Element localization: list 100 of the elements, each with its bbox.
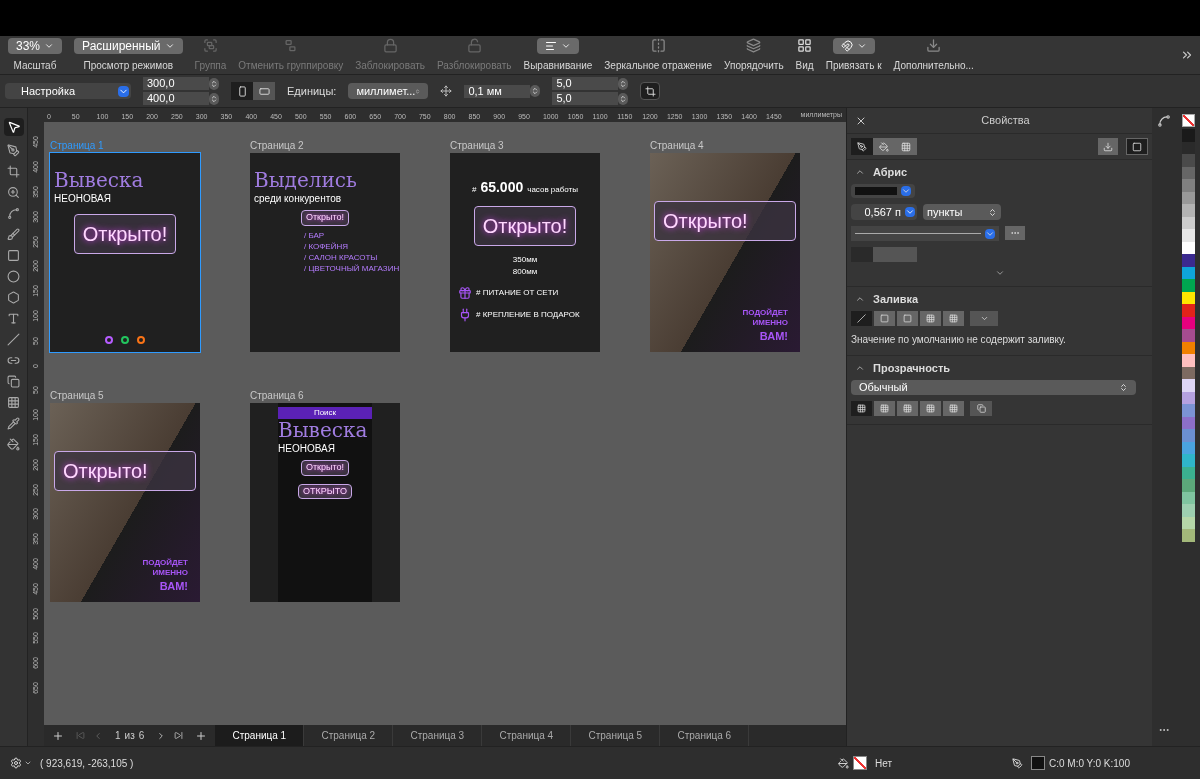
zoom-dropdown[interactable]: 33% — [8, 37, 63, 54]
eyedropper-icon[interactable] — [7, 417, 20, 430]
stepper-icon[interactable] — [209, 77, 219, 90]
fill-type-button[interactable] — [943, 311, 964, 326]
expand-icon[interactable] — [994, 268, 1005, 278]
align-left-icon — [544, 39, 557, 52]
select-frame-button[interactable] — [640, 82, 661, 100]
collapse-icon[interactable] — [855, 294, 865, 304]
polygon-icon[interactable] — [7, 291, 20, 304]
palette-swatch[interactable] — [1181, 204, 1195, 217]
more-button[interactable] — [1005, 226, 1025, 240]
palette-swatch[interactable] — [1181, 504, 1195, 517]
outline-swatch — [1031, 756, 1045, 770]
view-grid-icon[interactable] — [797, 38, 813, 53]
brush-icon[interactable] — [7, 228, 20, 241]
palette-swatch[interactable] — [1181, 404, 1195, 417]
page-label[interactable]: Страница 5 — [50, 390, 200, 402]
import-button[interactable] — [1098, 138, 1118, 155]
page-design[interactable]: Поиск Вывеска НЕОНОВАЯ Открыто! ОТКРЫТО — [250, 403, 400, 602]
landscape-button[interactable] — [253, 82, 275, 100]
curve-icon[interactable] — [7, 207, 20, 220]
copy-icon[interactable] — [7, 375, 20, 388]
page-design[interactable]: Вывеска НЕОНОВАЯ Открыто! — [50, 153, 200, 352]
page-tab[interactable]: Страница 1 — [215, 725, 305, 746]
palette-swatch[interactable] — [1181, 529, 1195, 542]
palette-swatch[interactable] — [1181, 379, 1195, 392]
transparency-options-button[interactable] — [970, 401, 992, 416]
line-style-dropdown[interactable] — [851, 226, 999, 241]
pen-icon[interactable] — [7, 144, 20, 157]
transparency-type-button[interactable] — [851, 401, 872, 416]
crop-icon[interactable] — [7, 165, 20, 178]
page-design[interactable]: # 65.000 часов работы Открыто! 350мм 800мм # ПИТАНИЕ ОТ СЕТИ # КРЕПЛЕНИЕ В ПОДАРОК — [450, 153, 600, 352]
caret-icon[interactable] — [24, 759, 32, 767]
fill-type-button[interactable] — [851, 311, 872, 326]
view-mode-dropdown[interactable]: Расширенный — [74, 37, 183, 54]
palette-swatch[interactable] — [1181, 479, 1195, 492]
section-title[interactable]: Абрис — [873, 163, 908, 181]
palette-swatch[interactable] — [1181, 229, 1195, 242]
paint-bucket-icon[interactable] — [7, 438, 20, 451]
rectangle-icon[interactable] — [7, 249, 20, 262]
palette-swatch[interactable] — [1181, 154, 1195, 167]
portrait-button[interactable] — [231, 82, 253, 100]
fill-type-button[interactable] — [920, 311, 941, 326]
palette-swatch[interactable] — [1181, 279, 1195, 292]
section-title[interactable]: Заливка — [873, 290, 919, 308]
duplicate-y-field[interactable]: 5,0 — [552, 92, 619, 105]
last-page-icon[interactable] — [174, 731, 184, 740]
design-accent: ВАМ! — [158, 578, 189, 594]
palette-swatch[interactable] — [1181, 454, 1195, 467]
link-icon[interactable] — [7, 354, 20, 367]
page-design[interactable]: Выделись среди конкурентов Открыто! / БАР / КОФЕЙНЯ / САЛОН КРАСОТЫ / ЦВЕТОЧНЫЙ МАГАЗИН — [250, 153, 400, 352]
mirror-icon[interactable] — [650, 38, 666, 53]
page-label[interactable]: Страница 2 — [250, 140, 400, 152]
stepper-icon[interactable] — [530, 85, 541, 97]
grid-icon[interactable] — [7, 396, 20, 409]
palette-swatch[interactable] — [1181, 254, 1195, 267]
pointer-icon[interactable] — [3, 118, 24, 136]
snap-dropdown[interactable] — [832, 37, 875, 54]
stepper-icon[interactable] — [209, 92, 219, 105]
duplicate-x-field[interactable]: 5,0 — [552, 77, 619, 90]
palette-swatch[interactable] — [1181, 429, 1195, 442]
align-dropdown[interactable] — [536, 37, 579, 54]
arrange-icon[interactable] — [746, 38, 762, 53]
page-with-photo[interactable]: Открыто! ПОДОЙДЕТ ИМЕННО ВАМ! — [50, 403, 200, 602]
settings-icon[interactable] — [10, 757, 22, 769]
outline-color-picker[interactable] — [851, 184, 915, 198]
palette-swatch[interactable] — [1181, 354, 1195, 367]
preset-dropdown[interactable]: Настройка — [5, 83, 131, 99]
transparency-tab[interactable] — [895, 138, 917, 155]
width-field[interactable]: 300,0 — [143, 77, 209, 90]
add-page-icon[interactable] — [195, 729, 208, 742]
page-label[interactable]: Страница 6 — [250, 390, 400, 402]
line-icon[interactable] — [7, 333, 20, 346]
page-label[interactable]: Страница 3 — [450, 140, 600, 152]
design-title: Вывеска — [54, 169, 145, 191]
outline-width-field[interactable]: 0,567 п — [851, 204, 917, 220]
zoom-icon[interactable] — [7, 186, 20, 199]
palette-swatch[interactable] — [1181, 329, 1195, 342]
section-title[interactable]: Прозрачность — [873, 359, 951, 377]
palette-swatch[interactable] — [1181, 304, 1195, 317]
units-dropdown[interactable]: миллимет... — [348, 83, 429, 99]
collapse-icon[interactable] — [855, 363, 865, 373]
transparency-mode-dropdown[interactable]: Обычный — [851, 380, 1136, 395]
ellipse-icon[interactable] — [7, 270, 20, 283]
stepper-icon[interactable] — [618, 92, 629, 105]
outline-tab[interactable] — [851, 138, 873, 155]
height-field[interactable]: 400,0 — [143, 92, 209, 105]
collapse-icon[interactable] — [855, 167, 865, 177]
page-with-photo[interactable]: Открыто! ПОДОЙДЕТ ИМЕННО ВАМ! — [650, 153, 800, 352]
overflow-icon[interactable] — [1180, 48, 1194, 62]
stepper-icon[interactable] — [618, 77, 629, 90]
add-page-icon[interactable] — [52, 729, 64, 742]
outline-units-dropdown[interactable]: пункты — [923, 204, 1001, 220]
no-color-swatch[interactable] — [1181, 114, 1195, 127]
nudge-field[interactable]: 0,1 мм — [464, 84, 531, 98]
palette-swatch[interactable] — [1181, 179, 1195, 192]
page-label[interactable]: Страница 4 — [650, 140, 800, 152]
text-icon[interactable] — [7, 312, 20, 325]
panel-view-button[interactable] — [1126, 138, 1148, 155]
design-title: Вывеска — [278, 419, 369, 441]
